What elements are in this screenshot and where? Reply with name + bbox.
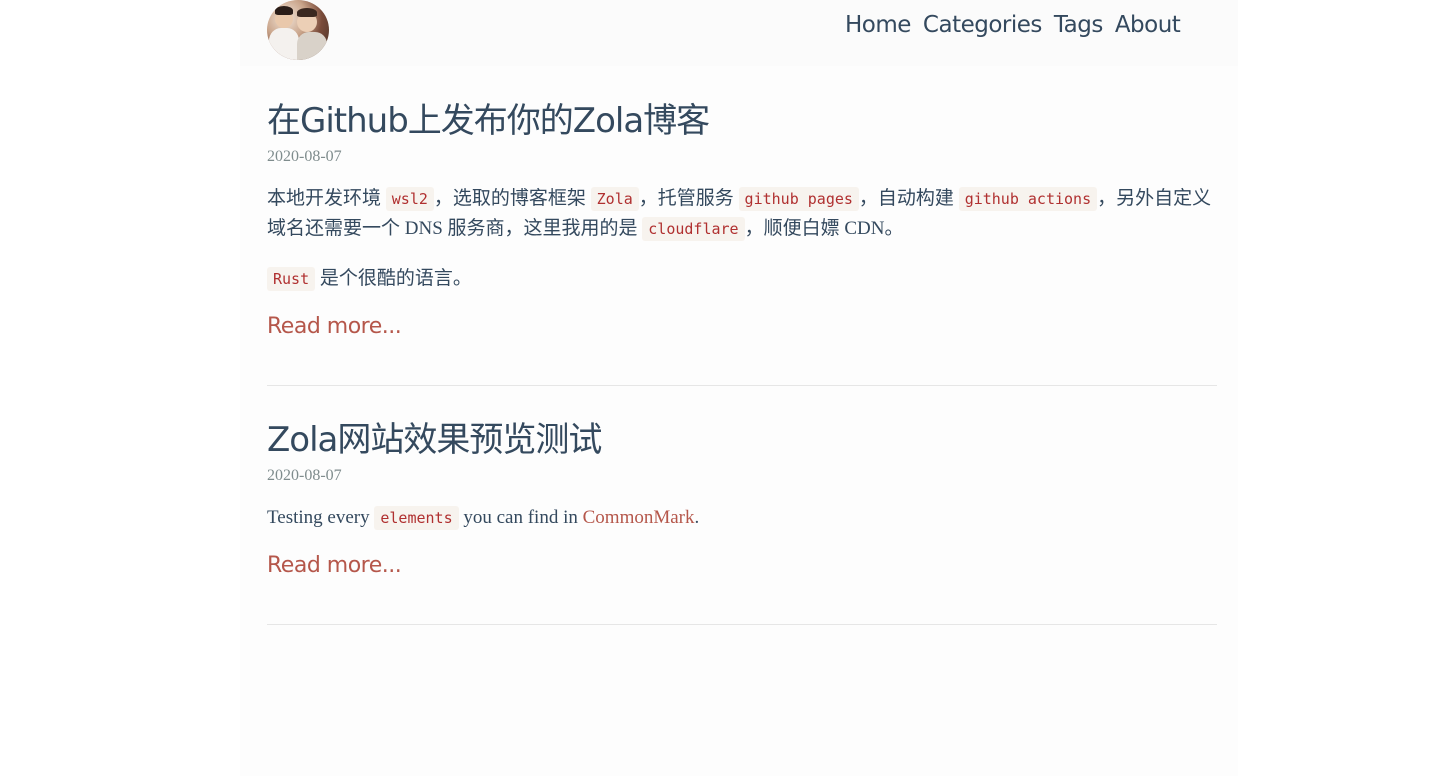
post-divider — [267, 624, 1217, 625]
inline-code: wsl2 — [385, 187, 434, 211]
excerpt-text: ，自动构建 — [858, 188, 954, 209]
commonmark-link[interactable]: CommonMark — [583, 507, 695, 528]
inline-code: Rust — [267, 267, 316, 291]
main-nav: Home Categories Tags About — [845, 12, 1181, 38]
post-divider — [267, 385, 1217, 386]
excerpt-text: Testing every — [267, 507, 370, 528]
read-more-link[interactable]: Read more... — [267, 314, 402, 339]
excerpt-text: 本地开发环境 — [267, 188, 382, 209]
inline-code: Zola — [590, 187, 639, 211]
nav-home[interactable]: Home — [845, 12, 911, 38]
post-date: 2020-08-07 — [267, 467, 342, 484]
excerpt-text: you can find in — [463, 507, 578, 528]
post-title[interactable]: 在Github上发布你的Zola博客 — [267, 101, 1217, 141]
post-excerpt: 本地开发环境 wsl2 ，选取的博客框架 Zola ，托管服务 github pag… — [267, 184, 1217, 294]
site-header: Home Categories Tags About — [240, 0, 1238, 66]
excerpt-text: ，顺便白嫖 CDN。 — [744, 218, 904, 239]
post-excerpt: Testing every elements you can find in C… — [267, 503, 1217, 533]
excerpt-text: ，选取的博客框架 — [433, 188, 586, 209]
nav-tags[interactable]: Tags — [1054, 12, 1103, 38]
excerpt-paragraph: Testing every elements you can find in C… — [267, 503, 1217, 533]
excerpt-text: ，托管服务 — [638, 188, 734, 209]
excerpt-text: 是个很酷的语言。 — [319, 268, 472, 289]
excerpt-paragraph: 本地开发环境 wsl2 ，选取的博客框架 Zola ，托管服务 github pag… — [267, 184, 1217, 244]
nav-about[interactable]: About — [1115, 12, 1181, 38]
read-more-link[interactable]: Read more... — [267, 553, 402, 578]
nav-categories[interactable]: Categories — [923, 12, 1042, 38]
inline-code: cloudflare — [642, 217, 745, 241]
post-summary: Zola网站效果预览测试 2020-08-07 Testing every el… — [267, 420, 1217, 578]
avatar[interactable] — [267, 0, 329, 60]
post-date: 2020-08-07 — [267, 148, 342, 165]
excerpt-text: . — [694, 507, 700, 528]
post-summary: 在Github上发布你的Zola博客 2020-08-07 本地开发环境 wsl… — [267, 101, 1217, 339]
excerpt-paragraph: Rust 是个很酷的语言。 — [267, 264, 1217, 294]
inline-code: github pages — [738, 187, 859, 211]
post-title[interactable]: Zola网站效果预览测试 — [267, 420, 1217, 460]
page-container: Home Categories Tags About 在Github上发布你的Z… — [240, 0, 1238, 776]
inline-code: elements — [374, 506, 459, 530]
inline-code: github actions — [958, 187, 1098, 211]
